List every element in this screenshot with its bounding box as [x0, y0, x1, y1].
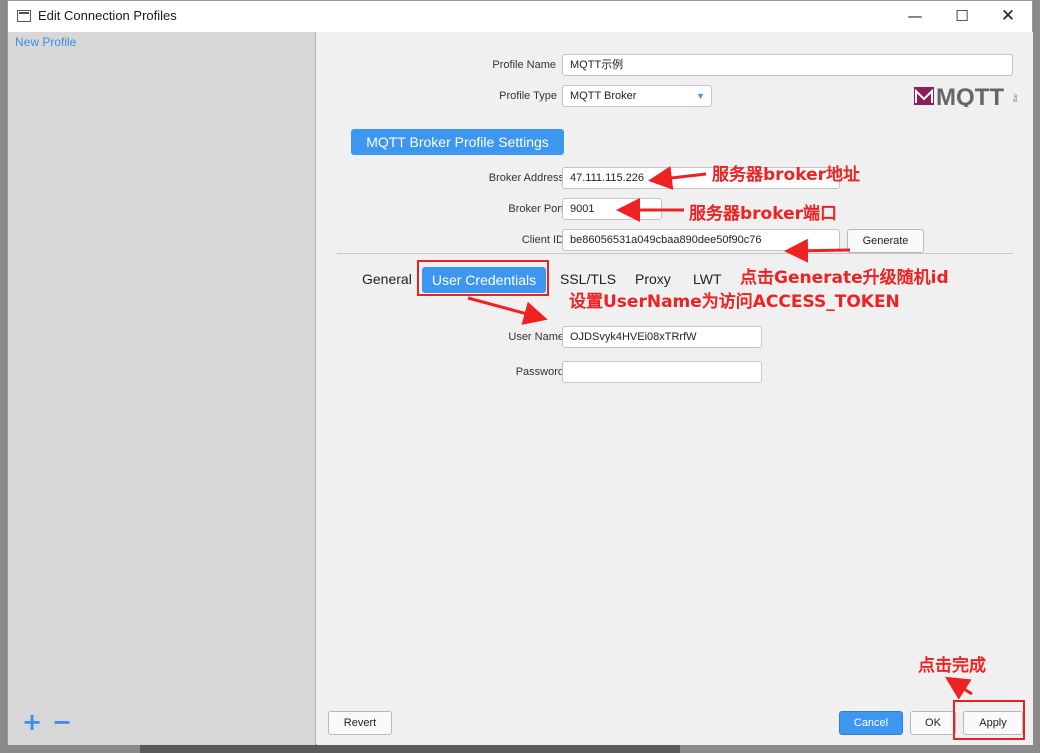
annotation-broker-address: 服务器broker地址 [712, 165, 860, 185]
annotation-broker-port: 服务器broker端口 [689, 204, 837, 224]
app-window-icon [17, 10, 31, 22]
mqtt-logo-text: MQTT [936, 84, 1004, 107]
profile-type-select[interactable]: MQTT Broker ▼ [562, 85, 712, 107]
broker-settings-section-title: MQTT Broker Profile Settings [351, 129, 564, 155]
username-label: User Name [508, 331, 564, 343]
username-input[interactable]: OJDSvyk4HVEi08xTRrfW [562, 326, 762, 348]
password-input[interactable] [562, 361, 762, 383]
taskbar-strip [140, 745, 680, 753]
sidebar-item-new-profile[interactable]: New Profile [15, 35, 76, 49]
highlight-box-apply [953, 700, 1025, 740]
section-divider [337, 253, 1013, 254]
profile-name-input[interactable]: MQTT示例 [562, 54, 1013, 76]
window-title: Edit Connection Profiles [38, 8, 177, 23]
cancel-button[interactable]: Cancel [839, 711, 903, 735]
remove-profile-icon[interactable]: − [52, 710, 72, 734]
mqtt-logo: MQTT .org [914, 84, 1018, 107]
svg-text:.org: .org [1012, 93, 1018, 102]
minimize-icon[interactable]: — [892, 1, 938, 32]
profile-type-label: Profile Type [499, 90, 557, 102]
password-label: Password [515, 366, 564, 378]
maximize-icon[interactable]: ☐ [939, 1, 985, 32]
highlight-box-user-credentials [417, 260, 549, 296]
generate-button[interactable]: Generate [847, 229, 924, 253]
client-id-label: Client ID [521, 234, 564, 246]
chevron-down-icon: ▼ [696, 91, 705, 101]
tab-lwt[interactable]: LWT [693, 271, 722, 287]
tab-proxy[interactable]: Proxy [635, 271, 671, 287]
tab-general[interactable]: General [362, 271, 412, 287]
revert-button[interactable]: Revert [328, 711, 392, 735]
edit-connection-profiles-window: Edit Connection Profiles — ☐ ✕ New Profi… [7, 0, 1033, 745]
broker-address-label: Broker Address [488, 172, 564, 184]
broker-port-input[interactable]: 9001 [562, 198, 662, 220]
profile-settings-panel: Profile Name MQTT示例 Profile Type MQTT Br… [317, 32, 1033, 745]
add-profile-icon[interactable]: + [22, 710, 42, 734]
broker-port-label: Broker Port [508, 203, 564, 215]
tab-ssl-tls[interactable]: SSL/TLS [560, 271, 616, 287]
client-id-input[interactable]: be86056531a049cbaa890dee50f90c76 [562, 229, 840, 251]
profile-list-sidebar: New Profile + − [8, 32, 316, 745]
ok-button[interactable]: OK [910, 711, 956, 735]
annotation-username: 设置UserName为访问ACCESS_TOKEN [569, 292, 900, 312]
annotation-generate: 点击Generate升级随机id [740, 268, 949, 288]
close-icon[interactable]: ✕ [985, 1, 1031, 32]
profile-name-label: Profile Name [492, 59, 556, 71]
annotation-finish: 点击完成 [918, 656, 986, 676]
title-bar: Edit Connection Profiles — ☐ ✕ [8, 1, 1032, 32]
profile-type-value: MQTT Broker [570, 90, 637, 102]
